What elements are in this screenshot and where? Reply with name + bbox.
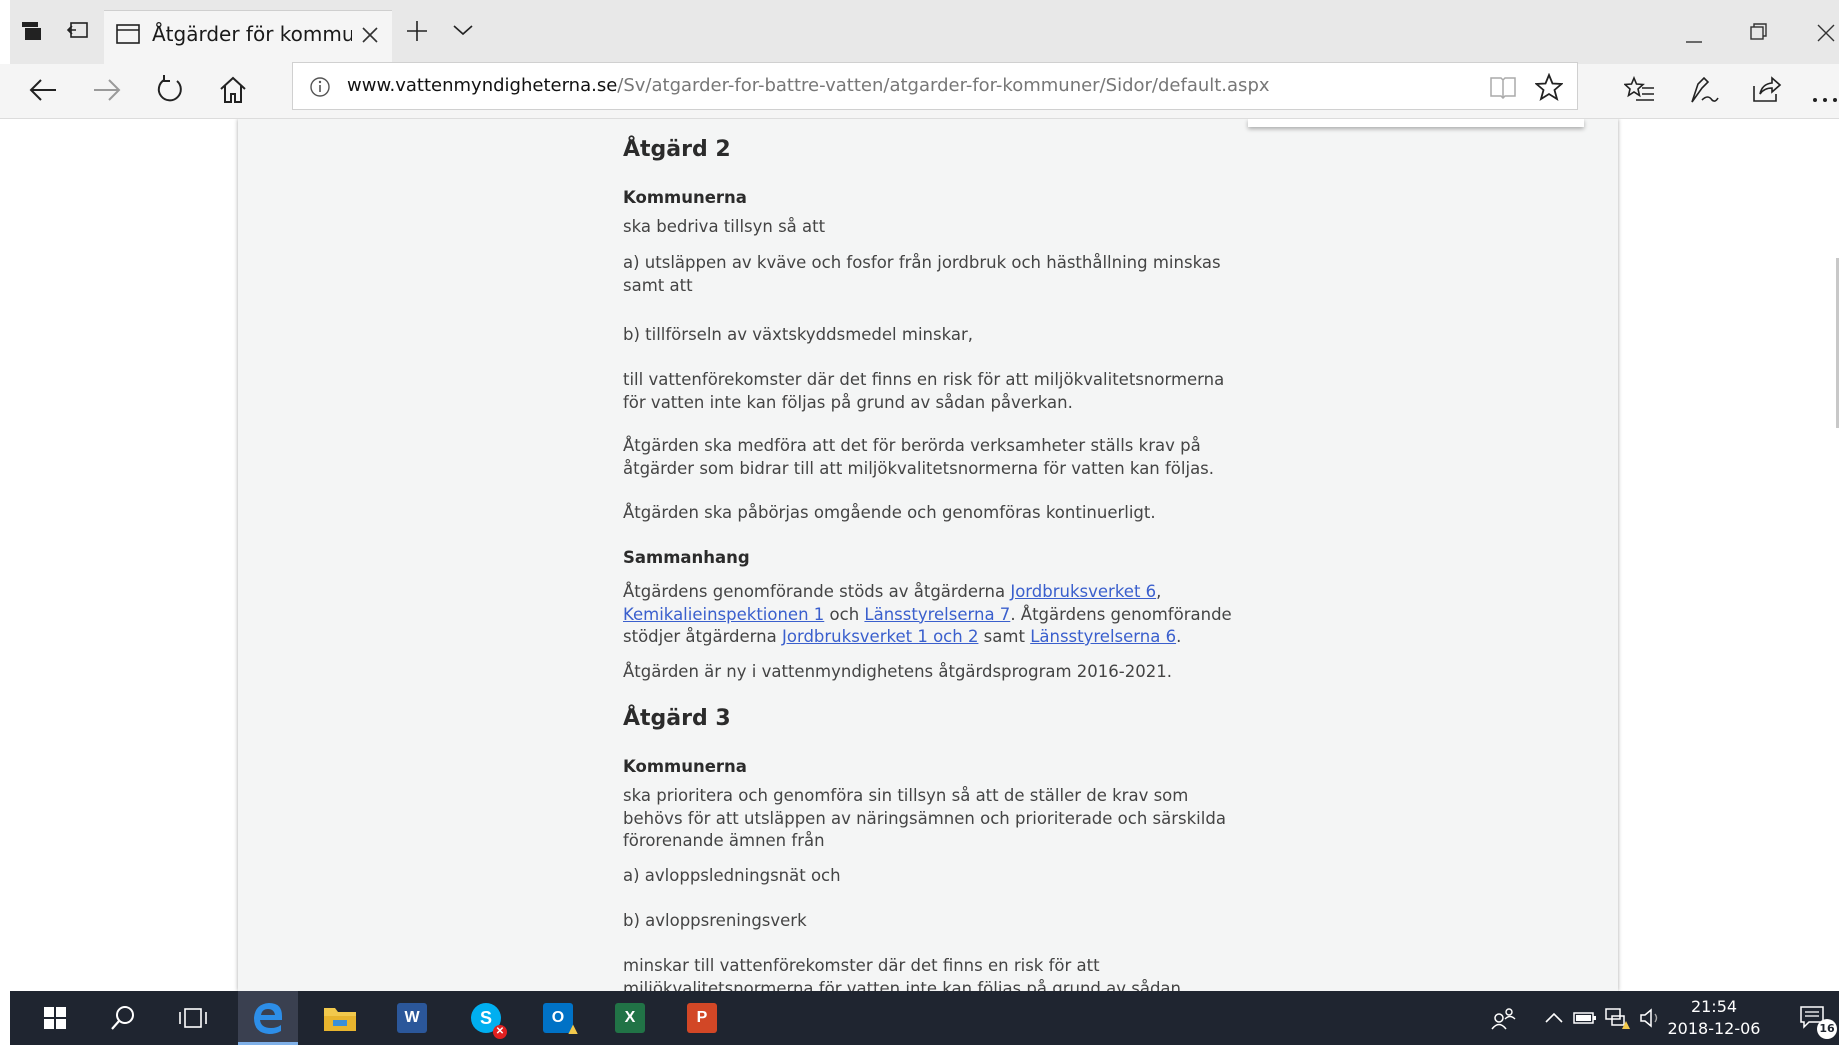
warning-badge-icon: ▲	[565, 1021, 581, 1038]
context-text: .	[1176, 627, 1182, 646]
atgard-2-p1: ska bedriva tillsyn så att	[623, 217, 826, 236]
taskbar-powerpoint[interactable]: P	[672, 991, 732, 1045]
context-text: Åtgärdens genomförande stöds av åtgärder…	[623, 582, 1011, 601]
more-icon[interactable]	[1812, 88, 1838, 107]
favorite-star-icon[interactable]	[1534, 72, 1564, 105]
taskbar: W S ✕ O ▲ X P 21:54 2018-12-06 16	[10, 991, 1839, 1045]
tab-list-icon[interactable]	[452, 22, 474, 42]
atgard-3-p4: minskar till vattenförekomster där det f…	[623, 956, 1181, 991]
taskbar-excel[interactable]: X	[600, 991, 660, 1045]
atgard-3-p2: a) avloppsledningsnät och	[623, 866, 841, 885]
link-jordbruksverket-6[interactable]: Jordbruksverket 6	[1010, 582, 1156, 601]
refresh-icon[interactable]	[155, 74, 185, 110]
network-button[interactable]	[1602, 991, 1632, 1045]
taskbar-file-explorer[interactable]	[310, 991, 370, 1045]
favorites-hub-icon[interactable]	[1623, 75, 1656, 108]
context-text: samt	[978, 627, 1031, 646]
people-icon	[1491, 1008, 1516, 1030]
new-tab-icon[interactable]	[405, 19, 429, 47]
tab-bar: Åtgärder för kommuner	[0, 0, 1839, 65]
browser-tab[interactable]: Åtgärder för kommuner	[104, 10, 392, 65]
restore-icon[interactable]	[1750, 23, 1768, 45]
windows-icon	[44, 1007, 66, 1029]
reading-view-icon[interactable]	[1489, 75, 1517, 103]
context-heading: Sammanhang	[623, 548, 750, 567]
show-hidden-icons-button[interactable]	[1540, 991, 1568, 1045]
web-page: Åtgärd 2 Kommunerna ska bedriva tillsyn …	[10, 119, 1839, 991]
window-edge	[0, 0, 10, 64]
skype-icon: S ✕	[471, 1003, 507, 1039]
atgard-2-p2: a) utsläppen av kväve och fosfor från jo…	[623, 253, 1221, 295]
outlook-icon: O ▲	[543, 1003, 581, 1038]
atgard-2-p3: b) tillförseln av växtskyddsmedel minska…	[623, 325, 973, 344]
atgard-2-new-note: Åtgärden är ny i vattenmyndighetens åtgä…	[623, 662, 1172, 681]
atgard-2-subheading: Kommunerna	[623, 188, 747, 207]
excel-icon: X	[615, 1003, 645, 1033]
skype-letter: S	[479, 1007, 492, 1028]
atgard-3-p3: b) avloppsreningsverk	[623, 911, 807, 930]
link-lansstyrelserna-7[interactable]: Länsstyrelserna 7	[864, 605, 1010, 624]
context-text: ,	[1156, 582, 1162, 601]
atgard-2-heading: Åtgärd 2	[623, 137, 731, 162]
navigation-bar: www.vattenmyndigheterna.se/Sv/atgarder-f…	[0, 62, 1839, 119]
tab-actions-icon[interactable]	[20, 20, 44, 46]
content-column	[238, 119, 1618, 991]
close-tab-icon[interactable]	[360, 25, 380, 49]
context-text: och	[824, 604, 865, 624]
people-button[interactable]	[1486, 991, 1522, 1045]
close-window-icon[interactable]	[1816, 23, 1836, 47]
taskbar-skype[interactable]: S ✕	[456, 991, 516, 1045]
notification-count-badge: 16	[1817, 1019, 1837, 1039]
forward-icon[interactable]	[92, 76, 122, 108]
powerpoint-icon: P	[687, 1003, 717, 1033]
chevron-up-icon	[1545, 1012, 1563, 1023]
search-icon	[111, 1006, 134, 1030]
tab-title: Åtgärder för kommuner	[152, 22, 352, 46]
atgard-3-p1: ska prioritera och genomföra sin tillsyn…	[623, 786, 1226, 850]
folder-icon	[324, 1008, 356, 1031]
task-view-icon	[179, 1008, 207, 1028]
notifications-icon: 16	[1799, 1003, 1837, 1039]
address-bar[interactable]: www.vattenmyndigheterna.se/Sv/atgarder-f…	[292, 62, 1578, 110]
url-host: www.vattenmyndigheterna.se	[347, 75, 618, 96]
set-aside-tabs-icon[interactable]	[66, 21, 90, 45]
clock-time: 21:54	[1690, 997, 1738, 1016]
clock[interactable]: 21:54 2018-12-06	[1659, 996, 1769, 1040]
context-paragraph: Åtgärdens genomförande stöds av åtgärder…	[623, 581, 1243, 649]
url-path: /Sv/atgarder-for-battre-vatten/atgarder-…	[617, 75, 1270, 96]
pen-icon[interactable]	[1688, 74, 1720, 110]
taskbar-edge[interactable]	[238, 991, 298, 1045]
network-warning-icon	[1605, 1008, 1630, 1029]
home-icon[interactable]	[218, 75, 248, 109]
info-icon[interactable]	[309, 76, 331, 102]
link-lansstyrelserna-6[interactable]: Länsstyrelserna 6	[1030, 627, 1176, 646]
share-icon[interactable]	[1750, 74, 1782, 108]
atgard-3-heading: Åtgärd 3	[623, 706, 731, 731]
atgard-2-p5: Åtgärden ska medföra att det för berörda…	[623, 436, 1215, 478]
back-icon[interactable]	[28, 76, 58, 108]
word-icon: W	[397, 1003, 427, 1033]
url-text[interactable]: www.vattenmyndigheterna.se/Sv/atgarder-f…	[347, 75, 1270, 96]
taskbar-outlook[interactable]: O ▲	[528, 991, 588, 1045]
atgard-2-p4: till vattenförekomster där det finns en …	[623, 370, 1225, 412]
action-center-button[interactable]: 16	[1792, 991, 1837, 1045]
atgard-2-p6: Åtgärden ska påbörjas omgående och genom…	[623, 503, 1156, 522]
edge-icon	[254, 1002, 282, 1034]
outlook-letter: O	[551, 1009, 565, 1026]
task-view-button[interactable]	[168, 991, 218, 1045]
error-badge-icon: ✕	[493, 1025, 507, 1039]
link-kemikalieinspektionen-1[interactable]: Kemikalieinspektionen 1	[623, 605, 824, 624]
atgard-3-subheading: Kommunerna	[623, 757, 747, 776]
taskbar-word[interactable]: W	[382, 991, 442, 1045]
battery-button[interactable]	[1570, 991, 1600, 1045]
link-jordbruksverket-1-och-2[interactable]: Jordbruksverket 1 och 2	[782, 627, 978, 646]
dropdown-panel-edge	[1248, 119, 1584, 127]
battery-icon	[1573, 1012, 1596, 1024]
clock-date: 2018-12-06	[1667, 1019, 1761, 1038]
minimize-icon[interactable]	[1686, 30, 1704, 49]
search-button[interactable]	[98, 991, 148, 1045]
tab-page-icon	[116, 23, 140, 49]
start-button[interactable]	[30, 991, 80, 1045]
